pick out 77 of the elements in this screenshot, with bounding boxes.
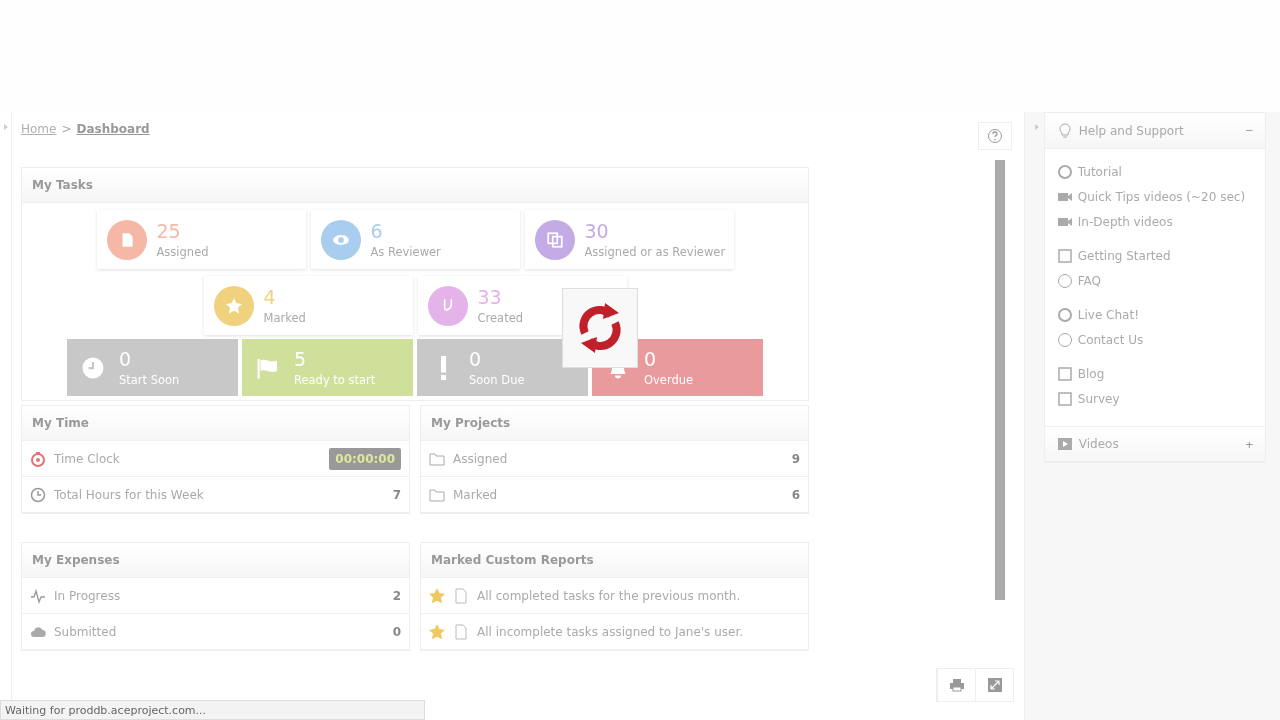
help-link[interactable]: Getting Started xyxy=(1056,243,1253,268)
breadcrumb-link[interactable]: Dashboard xyxy=(76,122,150,136)
help-link[interactable]: Survey xyxy=(1056,386,1253,411)
row-label: Assigned xyxy=(453,451,509,466)
expand-icon xyxy=(986,677,1003,693)
report-row[interactable]: All incomplete tasks assigned to Jane's user. xyxy=(421,614,808,650)
tile-label: Overdue xyxy=(644,373,694,387)
expand-button[interactable]: + xyxy=(1245,436,1253,452)
task-label: Assigned xyxy=(156,245,209,259)
row-label: Total Hours for this Week xyxy=(54,487,205,502)
list-row[interactable]: In Progress 2 xyxy=(22,578,409,614)
row-count: 9 xyxy=(791,451,800,466)
row-label: Submitted xyxy=(54,624,118,639)
list-row[interactable]: Assigned 9 xyxy=(421,441,808,477)
scrollbar-thumb[interactable] xyxy=(995,160,1005,600)
clock-icon xyxy=(81,355,105,380)
help-link[interactable]: Blog xyxy=(1056,361,1253,386)
expand-arrow-icon[interactable] xyxy=(1035,124,1040,130)
tile-count: 0 xyxy=(644,348,658,370)
task-count: 33 xyxy=(477,286,503,308)
task-label: Marked xyxy=(263,311,306,325)
help-icon xyxy=(987,128,1003,144)
printer-icon xyxy=(948,677,965,693)
task-count: 30 xyxy=(584,220,610,242)
help-link[interactable]: Quick Tips videos (~20 sec) xyxy=(1056,184,1253,209)
pulse-icon xyxy=(30,587,46,604)
expand-arrow-icon[interactable] xyxy=(3,124,8,130)
task-count: 4 xyxy=(263,286,277,308)
report-row[interactable]: All completed tasks for the previous month. xyxy=(421,578,808,614)
panel-header[interactable]: Videos + xyxy=(1044,426,1265,462)
task-card[interactable]: 25 Assigned xyxy=(96,210,306,269)
help-button[interactable] xyxy=(978,122,1012,150)
help-link[interactable]: FAQ xyxy=(1056,268,1253,293)
timer-badge: 00:00:00 xyxy=(329,447,401,470)
task-count: 6 xyxy=(370,220,384,242)
list-row[interactable]: Submitted 0 xyxy=(22,614,409,650)
help-link[interactable]: Contact Us xyxy=(1056,327,1253,352)
row-label: Time Clock xyxy=(54,451,121,466)
help-link[interactable]: In-Depth videos xyxy=(1056,209,1253,234)
tile-count: 5 xyxy=(294,348,308,370)
breadcrumb-separator: > xyxy=(61,122,72,136)
star-icon xyxy=(429,587,445,604)
lightbulb-icon xyxy=(1056,122,1073,139)
row-label: Marked xyxy=(453,487,499,502)
help-link[interactable]: Tutorial xyxy=(1056,159,1253,184)
list-row[interactable]: Marked 6 xyxy=(421,477,808,513)
task-count: 25 xyxy=(156,220,182,242)
collapse-button[interactable]: − xyxy=(1245,123,1253,138)
row-count: 6 xyxy=(791,487,800,502)
star-icon xyxy=(429,623,445,640)
status-tile[interactable]: 5 Ready to start xyxy=(242,339,413,396)
clock-icon xyxy=(30,486,46,503)
row-count: 2 xyxy=(392,588,401,603)
task-card[interactable]: 4 Marked xyxy=(203,276,413,335)
panel-title: Help and Support xyxy=(1078,123,1184,138)
task-label: As Reviewer xyxy=(370,245,441,259)
exclamation-icon xyxy=(440,355,446,380)
help-link[interactable]: Live Chat! xyxy=(1056,302,1253,327)
row-count: 7 xyxy=(392,487,401,502)
tile-label: Ready to start xyxy=(294,373,376,387)
status-bar: Waiting for proddb.aceproject.com... xyxy=(0,700,425,720)
list-row[interactable]: Time Clock 00:00:00 xyxy=(22,441,409,477)
row-count: 0 xyxy=(392,624,401,639)
report-icon xyxy=(453,623,469,640)
row-label: In Progress xyxy=(54,588,122,603)
stopwatch-icon xyxy=(30,450,46,467)
report-icon xyxy=(453,587,469,604)
report-name: All incomplete tasks assigned to Jane's user. xyxy=(477,624,745,639)
report-name: All completed tasks for the previous month. xyxy=(477,588,742,603)
breadcrumb-link[interactable]: Home xyxy=(21,122,57,136)
task-label: Assigned or as Reviewer xyxy=(584,245,726,259)
list-row[interactable]: Total Hours for this Week 7 xyxy=(22,477,409,513)
task-label: Created xyxy=(477,311,523,325)
task-card[interactable]: 6 As Reviewer xyxy=(310,210,520,269)
video-icon xyxy=(1056,436,1073,452)
panel-title: Videos xyxy=(1078,437,1119,451)
task-card[interactable]: 30 Assigned or as Reviewer xyxy=(524,210,734,269)
